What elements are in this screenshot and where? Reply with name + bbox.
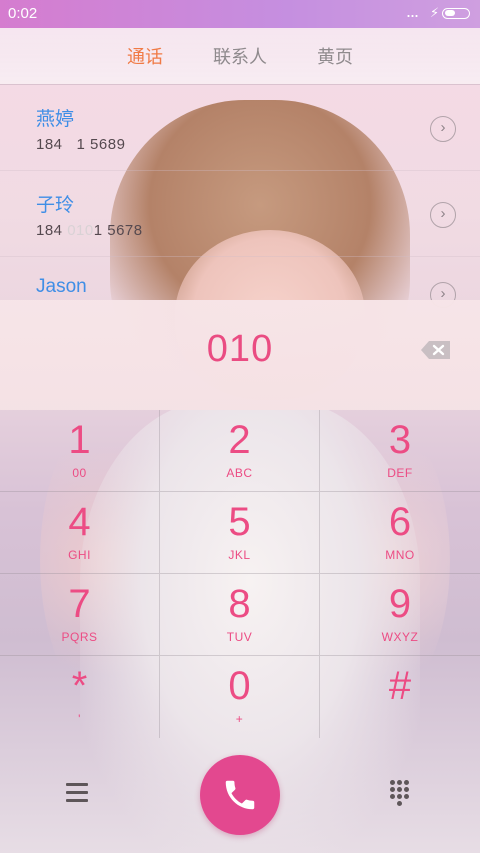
notification-dots-icon: ... [406, 1, 419, 21]
key-letters: DEF [387, 466, 413, 480]
number-display: 010 [0, 300, 480, 410]
number-prefix: 184 [36, 222, 68, 239]
key-letters: GHI [68, 548, 91, 562]
key-8[interactable]: 8 TUV [160, 574, 320, 656]
status-bar: 0:02 ... ⚡ [0, 0, 480, 28]
menu-line [66, 783, 88, 786]
key-letters: WXYZ [381, 630, 419, 644]
key-digit: 5 [228, 500, 251, 544]
key-1[interactable]: 1 00 [0, 410, 160, 492]
key-letters: 00 [72, 466, 87, 480]
key-letters: ' [78, 712, 81, 726]
key-letters: ABC [226, 466, 253, 480]
menu-icon[interactable] [66, 783, 92, 803]
key-digit: 4 [68, 500, 91, 544]
key-9[interactable]: 9 WXYZ [320, 574, 480, 656]
key-digit: 7 [68, 582, 91, 626]
key-letters: + [235, 712, 244, 726]
battery-icon [442, 8, 470, 19]
key-5[interactable]: 5 JKL [160, 492, 320, 574]
key-7[interactable]: 7 PQRS [0, 574, 160, 656]
tab-yellow-pages[interactable]: 黄页 [317, 43, 353, 69]
charging-icon: ⚡ [430, 5, 440, 20]
key-digit: * [71, 664, 88, 708]
key-digit: 3 [388, 418, 412, 462]
number-suffix: 1 5689 [76, 136, 126, 153]
key-2[interactable]: 2 ABC [160, 410, 320, 492]
key-digit: 2 [228, 418, 251, 462]
phone-icon [225, 780, 255, 810]
tab-contacts[interactable]: 联系人 [213, 43, 267, 69]
number-prefix: 184 [36, 136, 63, 153]
key-digit: 8 [228, 582, 251, 626]
chevron-right-icon[interactable]: › [430, 202, 456, 228]
key-digit: # [388, 664, 412, 708]
call-button[interactable] [200, 755, 280, 835]
key-3[interactable]: 3 DEF [320, 410, 480, 492]
key-letters: MNO [385, 548, 415, 562]
number-match: 010 [67, 222, 94, 239]
tab-bar: 通话 联系人 黄页 [0, 28, 480, 85]
contact-name: Jason [36, 276, 87, 297]
key-6[interactable]: 6 MNO [320, 492, 480, 574]
key-0[interactable]: 0 + [160, 656, 320, 738]
backspace-icon[interactable] [420, 340, 452, 360]
tab-calls[interactable]: 通话 [127, 43, 163, 69]
contact-name: 燕婷 [36, 109, 75, 130]
number-match [63, 136, 77, 153]
dial-keypad: 1 00 2 ABC 3 DEF 4 GHI 5 JKL 6 MNO 7 PQRS 8 TUV … [0, 410, 480, 740]
status-time: 0:02 [8, 5, 38, 22]
dialed-number: 010 [206, 328, 274, 370]
contact-row[interactable]: 燕婷 184 1 5689 › [0, 84, 480, 171]
dialpad-icon[interactable] [388, 780, 414, 810]
key-digit: 0 [228, 664, 251, 708]
contact-name: 子玲 [36, 195, 75, 216]
contact-number: 184 0101 5678 [36, 222, 143, 239]
key-star[interactable]: * ' [0, 656, 160, 738]
key-4[interactable]: 4 GHI [0, 492, 160, 574]
number-suffix: 1 5678 [93, 222, 143, 239]
key-digit: 6 [388, 500, 412, 544]
key-hash[interactable]: # [320, 656, 480, 738]
chevron-right-icon[interactable]: › [430, 116, 456, 142]
key-letters: JKL [228, 548, 251, 562]
key-digit: 1 [68, 418, 91, 462]
menu-line [66, 791, 88, 794]
menu-line [66, 799, 88, 802]
key-digit: 9 [388, 582, 412, 626]
key-letters: TUV [226, 630, 253, 644]
key-letters: PQRS [61, 630, 98, 644]
bottom-action-bar [0, 740, 480, 853]
contact-suggestion-list: 燕婷 184 1 5689 › 子玲 184 0101 5678 › Jason… [0, 84, 480, 308]
contact-number: 184 1 5689 [36, 136, 125, 153]
contact-row[interactable]: 子玲 184 0101 5678 › [0, 170, 480, 257]
